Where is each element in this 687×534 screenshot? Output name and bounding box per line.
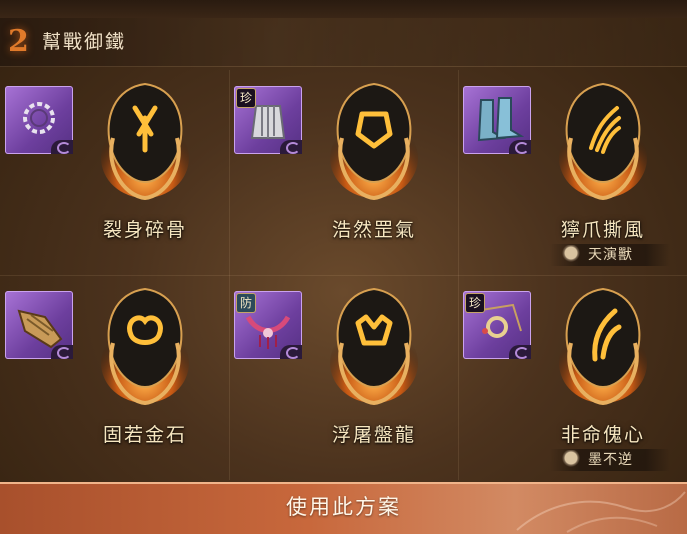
rarity-corner xyxy=(51,345,73,359)
skill-cell[interactable]: 獰爪撕風 天演獸 xyxy=(458,70,687,275)
section-title: 幫戰御鐵 xyxy=(42,31,127,53)
rarity-corner xyxy=(280,345,302,359)
skill-name: 浩然罡氣 xyxy=(331,219,416,241)
owner-tag-text: 墨不逆 xyxy=(588,452,633,468)
skill-cell[interactable]: 固若金石 xyxy=(0,275,229,480)
rarity-corner xyxy=(509,345,531,359)
skill-gem-icon xyxy=(559,82,647,201)
equipment-card[interactable] xyxy=(5,291,73,359)
footer-bar: 使用此方案 xyxy=(0,482,687,534)
skill-name: 獰爪撕風 xyxy=(560,219,645,241)
skill-cell[interactable]: 防 浮屠盤龍 xyxy=(229,275,458,480)
skill-name: 裂身碎骨 xyxy=(102,219,187,241)
owner-tag-text: 天演獸 xyxy=(588,247,633,263)
owner-tag: 墨不逆 xyxy=(550,449,670,471)
section-number: 2 xyxy=(8,24,29,59)
equipment-card[interactable] xyxy=(463,86,531,154)
skill-name: 非命傀心 xyxy=(560,424,645,446)
skill-name: 固若金石 xyxy=(102,424,187,446)
skill-gem-icon xyxy=(101,287,189,406)
owner-tag: 天演獸 xyxy=(550,244,670,266)
skill-cell[interactable]: 珍 非命傀心 墨不逆 xyxy=(458,275,687,480)
skill-gem-icon xyxy=(559,287,647,406)
equipment-card[interactable]: 珍 xyxy=(463,291,531,359)
skill-gem-icon xyxy=(101,82,189,201)
equipment-card[interactable]: 珍 xyxy=(234,86,302,154)
skill-cell[interactable]: 裂身碎骨 xyxy=(0,70,229,275)
skill-grid: 裂身碎骨 珍 浩然罡氣 獰爪撕風 天演獸 固若金石 防 浮屠盤龍 珍 非命傀心 … xyxy=(0,70,687,480)
character-head-icon xyxy=(562,450,580,470)
skill-cell[interactable]: 珍 浩然罡氣 xyxy=(229,70,458,275)
rarity-corner xyxy=(280,140,302,154)
skill-gem-icon xyxy=(330,287,418,406)
equipment-card[interactable]: 防 xyxy=(234,291,302,359)
rarity-corner xyxy=(51,140,73,154)
rarity-badge: 珍 xyxy=(465,293,485,313)
section-header: 2 幫戰御鐵 xyxy=(0,18,687,67)
rarity-badge: 珍 xyxy=(236,88,256,108)
top-strip xyxy=(0,0,687,18)
skill-name: 浮屠盤龍 xyxy=(331,424,416,446)
rarity-corner xyxy=(509,140,531,154)
rarity-badge: 防 xyxy=(236,293,256,313)
skill-gem-icon xyxy=(330,82,418,201)
equipment-card[interactable] xyxy=(5,86,73,154)
character-head-icon xyxy=(562,245,580,265)
use-plan-button[interactable]: 使用此方案 xyxy=(0,484,687,534)
